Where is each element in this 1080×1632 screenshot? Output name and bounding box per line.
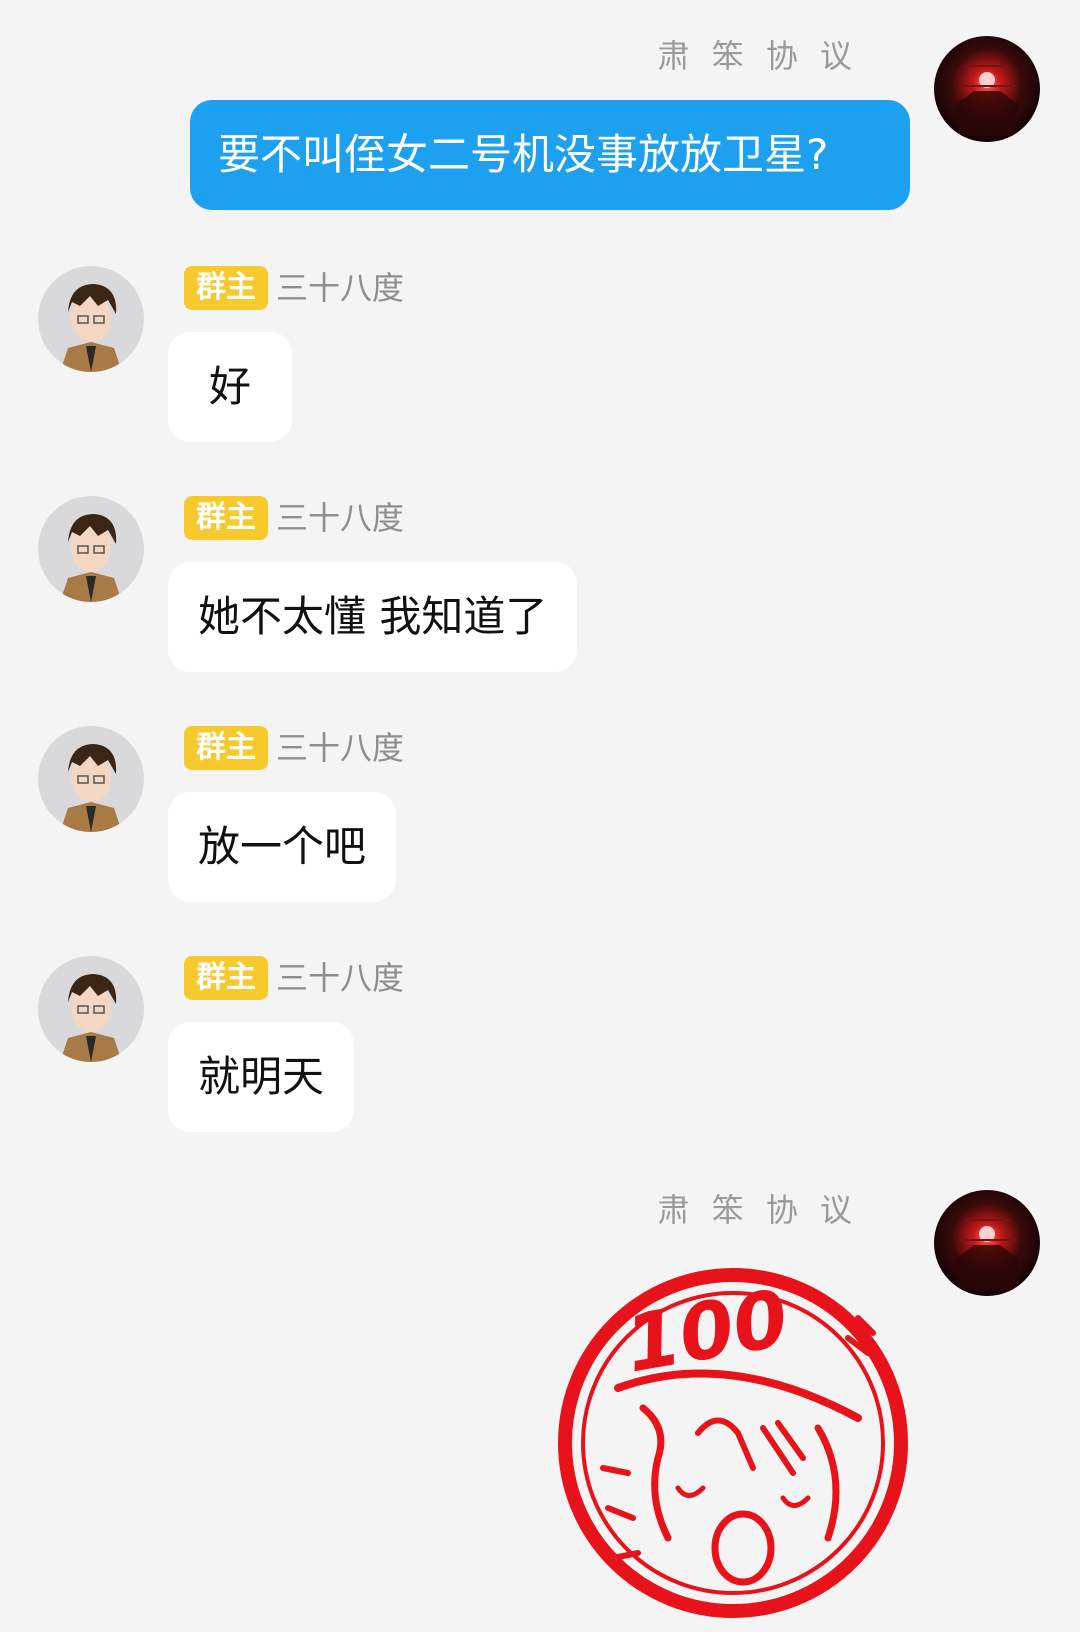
member-avatar[interactable]: [38, 956, 144, 1062]
red-machine-avatar-icon: [934, 1190, 1040, 1296]
incoming-message-bubble[interactable]: 就明天: [168, 1022, 355, 1132]
stamp-100-sticker[interactable]: 100: [548, 1258, 918, 1628]
stamp-100-text: 100: [619, 1274, 795, 1391]
sender-name: 三十八度: [276, 499, 405, 537]
anime-boy-avatar-icon: [38, 956, 144, 1062]
incoming-message-bubble[interactable]: 好: [168, 332, 292, 442]
user-avatar[interactable]: [934, 36, 1040, 142]
sender-name: 肃 笨 协 议: [657, 37, 858, 75]
outgoing-message-bubble[interactable]: 要不叫侄女二号机没事放放卫星?: [190, 100, 910, 210]
group-owner-badge: 群主: [184, 496, 268, 540]
sender-name: 三十八度: [276, 729, 405, 767]
user-avatar[interactable]: [934, 1190, 1040, 1296]
incoming-message-bubble[interactable]: 她不太懂 我知道了: [168, 562, 578, 672]
group-owner-badge: 群主: [184, 726, 268, 770]
member-avatar[interactable]: [38, 266, 144, 372]
red-machine-avatar-icon: [934, 36, 1040, 142]
sender-name: 三十八度: [276, 959, 405, 997]
group-owner-badge: 群主: [184, 266, 268, 310]
incoming-message-bubble[interactable]: 放一个吧: [168, 792, 397, 902]
group-owner-badge: 群主: [184, 956, 268, 1000]
sender-name: 肃 笨 协 议: [657, 1191, 858, 1229]
anime-boy-avatar-icon: [38, 266, 144, 372]
red-stamp-face-icon: 100: [558, 1268, 908, 1618]
anime-boy-avatar-icon: [38, 496, 144, 602]
anime-boy-avatar-icon: [38, 726, 144, 832]
member-avatar[interactable]: [38, 726, 144, 832]
member-avatar[interactable]: [38, 496, 144, 602]
sender-name: 三十八度: [276, 269, 405, 307]
